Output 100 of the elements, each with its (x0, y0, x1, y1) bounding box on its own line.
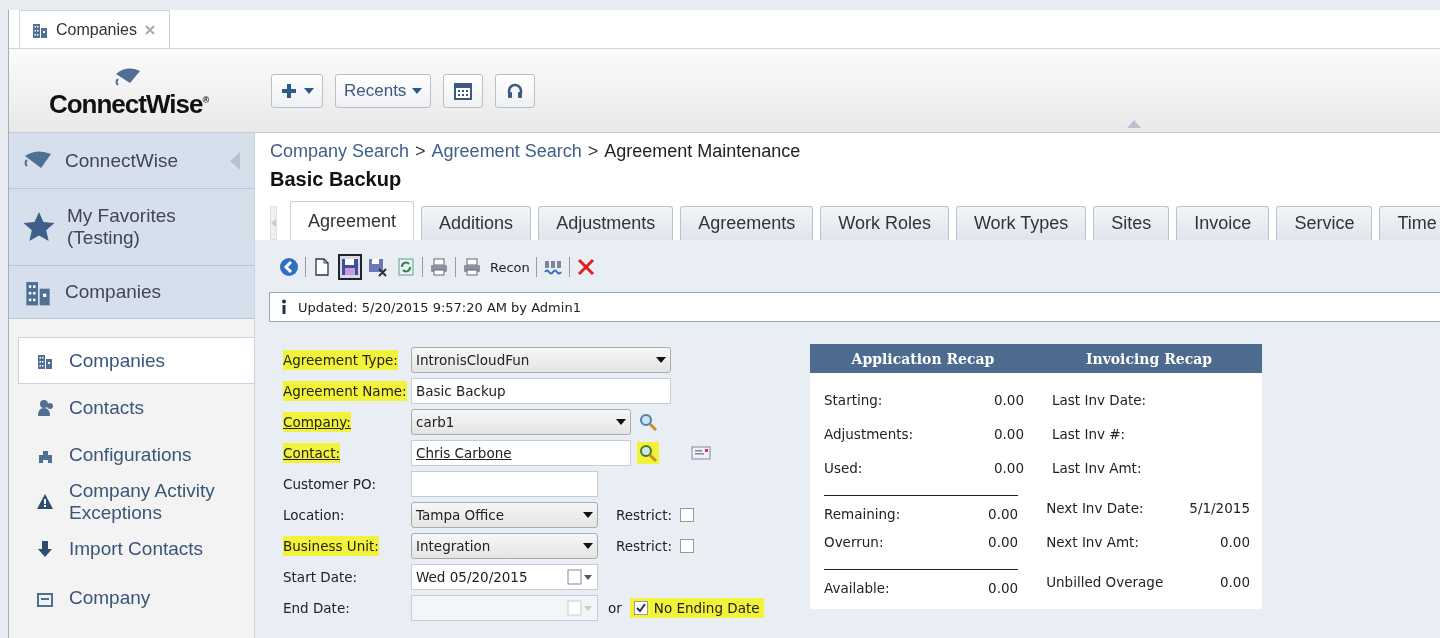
save-button[interactable] (338, 254, 362, 280)
recap-label: Used: (824, 460, 864, 476)
caret-icon (583, 511, 593, 518)
tab[interactable]: Work Types (955, 206, 1087, 240)
tab[interactable]: Additions (421, 206, 532, 240)
sidebar-item[interactable]: Import Contacts (18, 525, 254, 572)
tab[interactable]: Adjustments (538, 206, 674, 240)
left-arrow-icon (271, 219, 276, 227)
breadcrumb-separator: > (587, 141, 599, 162)
add-button[interactable] (271, 73, 323, 108)
caret-icon (304, 87, 314, 94)
calendar-button[interactable] (443, 73, 484, 108)
breadcrumb-current: Agreement Maintenance (604, 141, 801, 162)
sidebar-item[interactable]: Company (18, 572, 254, 610)
or-text: or (608, 599, 622, 616)
recap-value: 0.00 (992, 392, 1024, 408)
recap-title: Invoicing Recap (1084, 350, 1214, 367)
dropdown[interactable]: carb1 (411, 408, 631, 435)
search-button[interactable] (637, 441, 659, 464)
recap-title: Application Recap (850, 350, 996, 367)
input-field[interactable]: Chris Carbone (411, 439, 631, 466)
printer-icon (429, 257, 449, 277)
tab[interactable]: Time (1379, 206, 1440, 240)
download-icon (37, 539, 55, 558)
recents-button[interactable]: Recents (335, 73, 432, 108)
input-field[interactable]: Basic Backup (411, 377, 671, 404)
section-label: ConnectWise (65, 149, 179, 172)
recap-label: Last Inv #: (1052, 426, 1127, 442)
checkbox-label: No Ending Date (653, 599, 760, 616)
field-label-link[interactable]: Company: (283, 411, 351, 432)
caret-icon (656, 356, 666, 363)
caret-icon (583, 542, 593, 549)
tab[interactable]: Work Roles (820, 206, 949, 240)
tab[interactable]: Sites (1093, 206, 1170, 240)
field-label: End Date: (283, 598, 350, 618)
tab[interactable]: Agreements (680, 206, 814, 240)
dropdown[interactable]: IntronisCloudFun (411, 346, 671, 373)
field-label: Restrict: (616, 506, 672, 523)
search-icon (639, 412, 657, 431)
field-label-link[interactable]: Contact: (283, 442, 341, 463)
date-field[interactable]: Wed 05/20/2015 (411, 563, 598, 590)
headset-icon (506, 81, 525, 100)
sidebar-section[interactable]: ConnectWise (9, 133, 254, 189)
dropdown[interactable]: Tampa Office (411, 501, 598, 528)
recap-label: Available: (824, 568, 970, 596)
page-title: Basic Backup (270, 168, 403, 191)
refresh-icon (396, 257, 416, 277)
recap-label: Unbilled Overage (1046, 574, 1165, 590)
field-label: Agreement Name: (283, 380, 407, 401)
plus-icon (280, 81, 298, 100)
support-button[interactable] (495, 73, 536, 108)
section-label: Companies (65, 281, 163, 303)
collapse-handle-icon[interactable] (1127, 120, 1141, 128)
close-icon[interactable] (144, 24, 155, 35)
input-field[interactable] (411, 470, 598, 497)
sidebar-section[interactable]: Companies (9, 266, 254, 319)
section-label: My Favorites (Testing) (67, 205, 177, 249)
recap-value: 5/1/2015 (1188, 500, 1250, 516)
field-label: Customer PO: (283, 474, 376, 494)
breadcrumb-link[interactable]: Company Search (270, 141, 410, 162)
tab[interactable]: Service (1276, 206, 1373, 240)
new-document-icon (312, 257, 332, 277)
save-icon (340, 257, 360, 277)
breadcrumb-link[interactable]: Agreement Search (431, 141, 582, 162)
people-icon (37, 398, 55, 417)
warning-icon (37, 492, 55, 511)
breadcrumb-separator: > (415, 141, 426, 162)
field-label: Start Date: (283, 567, 358, 587)
tab[interactable]: Agreement (290, 201, 415, 240)
recap-label: Starting: (824, 392, 884, 408)
field-label: Restrict: (616, 537, 672, 554)
checkbox[interactable] (680, 507, 694, 522)
printer-icon (462, 257, 482, 277)
recap-value: 0.00 (1218, 534, 1250, 550)
window-tab[interactable]: Companies (19, 10, 170, 48)
recap-label: Next Inv Date: (1046, 500, 1145, 516)
sidebar-section[interactable]: My Favorites (Testing) (9, 189, 254, 266)
caret-icon (616, 418, 626, 425)
caret-icon (412, 87, 423, 94)
tab[interactable]: Invoice (1176, 206, 1270, 240)
delete-icon (575, 257, 596, 277)
sidebar-item[interactable]: Configurations (18, 431, 254, 478)
sidebar-item[interactable]: Contacts (18, 384, 254, 431)
recap-label: Remaining: (824, 494, 970, 522)
calendar-icon[interactable] (567, 568, 593, 585)
recap-label: Last Inv Amt: (1052, 460, 1143, 476)
dropdown[interactable]: Integration (411, 532, 598, 559)
recap-label: Overrun: (824, 534, 885, 550)
recap-value: 0.00 (969, 568, 1019, 596)
recap-value: 0.00 (1218, 574, 1250, 590)
recon-button[interactable]: Recon (488, 254, 532, 280)
calendar-icon (453, 80, 474, 101)
back-icon (279, 257, 299, 277)
contact-card-icon[interactable] (691, 445, 711, 460)
checkbox[interactable] (680, 538, 694, 553)
search-icon (639, 443, 657, 462)
recap-label: Last Inv Date: (1052, 392, 1148, 408)
sidebar-item[interactable]: Companies (18, 337, 254, 384)
field-label: Agreement Type: (283, 349, 398, 370)
sidebar-item[interactable]: Company Activity Exceptions (18, 478, 254, 525)
